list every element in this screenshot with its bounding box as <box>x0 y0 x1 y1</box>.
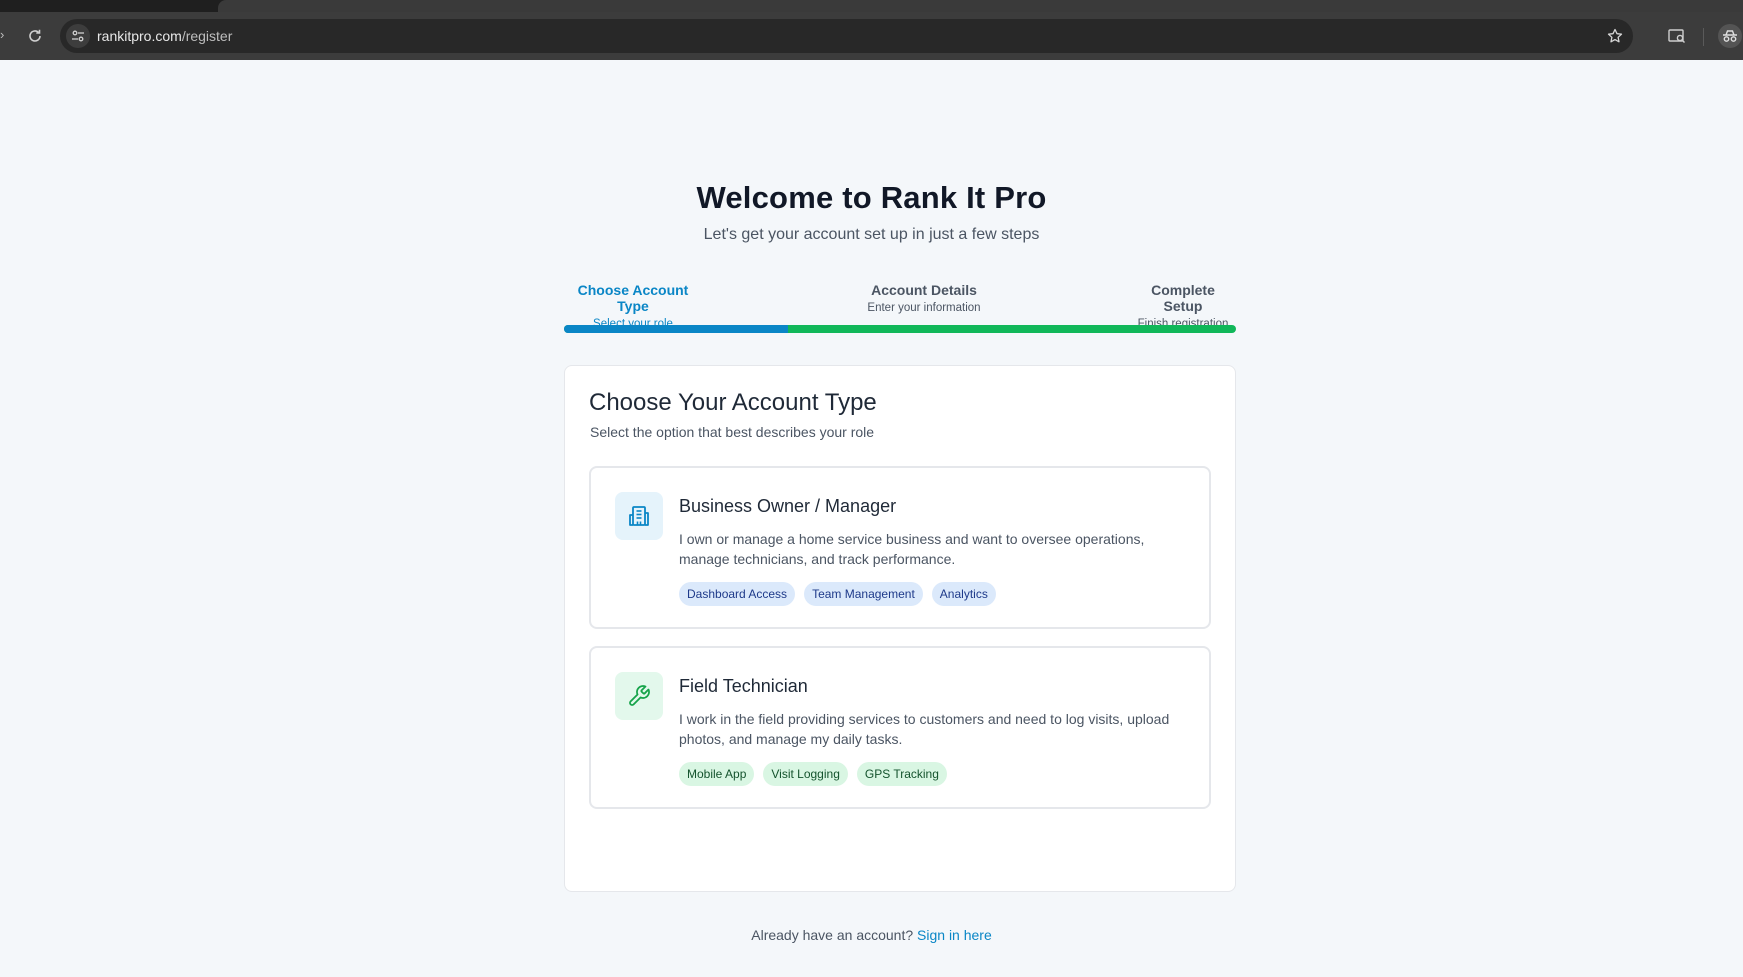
tag-team-management: Team Management <box>804 582 923 606</box>
business-owner-option[interactable]: Business Owner / Manager I own or manage… <box>589 466 1211 629</box>
account-type-card: Choose Your Account Type Select the opti… <box>564 365 1236 892</box>
sign-in-link[interactable]: Sign in here <box>917 927 992 943</box>
back-arrow-icon[interactable]: › <box>0 28 6 42</box>
option-description: I own or manage a home service business … <box>679 531 1145 567</box>
feature-tags: Dashboard Access Team Management Analyti… <box>679 582 996 606</box>
site-info-icon[interactable] <box>66 24 90 48</box>
option-description: I work in the field providing services t… <box>679 711 1170 747</box>
page-subtitle: Let's get your account set up in just a … <box>703 226 1040 243</box>
tag-gps-tracking: GPS Tracking <box>856 762 947 786</box>
url-text: rankitpro.com/register <box>97 28 233 44</box>
step-label: Account Details <box>871 282 977 298</box>
progress-bar <box>564 325 1236 333</box>
step-label: Choose Account Type <box>577 282 689 314</box>
tag-dashboard-access: Dashboard Access <box>679 582 796 606</box>
tag-analytics: Analytics <box>931 582 996 606</box>
address-bar[interactable]: rankitpro.com/register <box>60 19 1633 53</box>
toolbar-divider <box>1703 28 1704 46</box>
active-tab[interactable] <box>218 0 1743 12</box>
step-complete-setup: Complete Setup Finish registration <box>1130 282 1236 330</box>
tag-mobile-app: Mobile App <box>679 762 755 786</box>
page-header: Welcome to Rank It Pro Let's get your ac… <box>0 180 1743 244</box>
feature-tags: Mobile App Visit Logging GPS Tracking <box>679 762 947 786</box>
building-icon <box>615 492 663 540</box>
option-title: Field Technician <box>679 676 808 696</box>
step-choose-account-type: Choose Account Type Select your role <box>564 282 702 330</box>
option-title: Business Owner / Manager <box>679 496 897 516</box>
progress-bar-fill <box>564 325 788 333</box>
signin-prompt-text: Already have an account? <box>751 927 914 943</box>
step-description: Enter your information <box>867 302 981 314</box>
card-subtitle: Select the option that best describes yo… <box>590 424 875 440</box>
signin-prompt: Already have an account? Sign in here <box>0 927 1743 943</box>
tag-visit-logging: Visit Logging <box>763 762 848 786</box>
reload-icon[interactable] <box>24 25 46 47</box>
step-label: Complete Setup <box>1151 282 1215 314</box>
step-account-details: Account Details Enter your information <box>854 282 994 314</box>
card-title: Choose Your Account Type <box>589 389 877 416</box>
incognito-profile-icon[interactable] <box>1718 24 1742 48</box>
bookmark-star-icon[interactable] <box>1605 26 1625 46</box>
browser-tab-strip <box>0 0 1743 12</box>
wrench-icon <box>615 672 663 720</box>
page-title: Welcome to Rank It Pro <box>696 180 1047 215</box>
reading-mode-icon[interactable] <box>1666 25 1688 47</box>
page-content: Welcome to Rank It Pro Let's get your ac… <box>0 60 1743 977</box>
field-technician-option[interactable]: Field Technician I work in the field pro… <box>589 646 1211 809</box>
browser-toolbar: › rankitpro.com/register <box>0 12 1743 60</box>
